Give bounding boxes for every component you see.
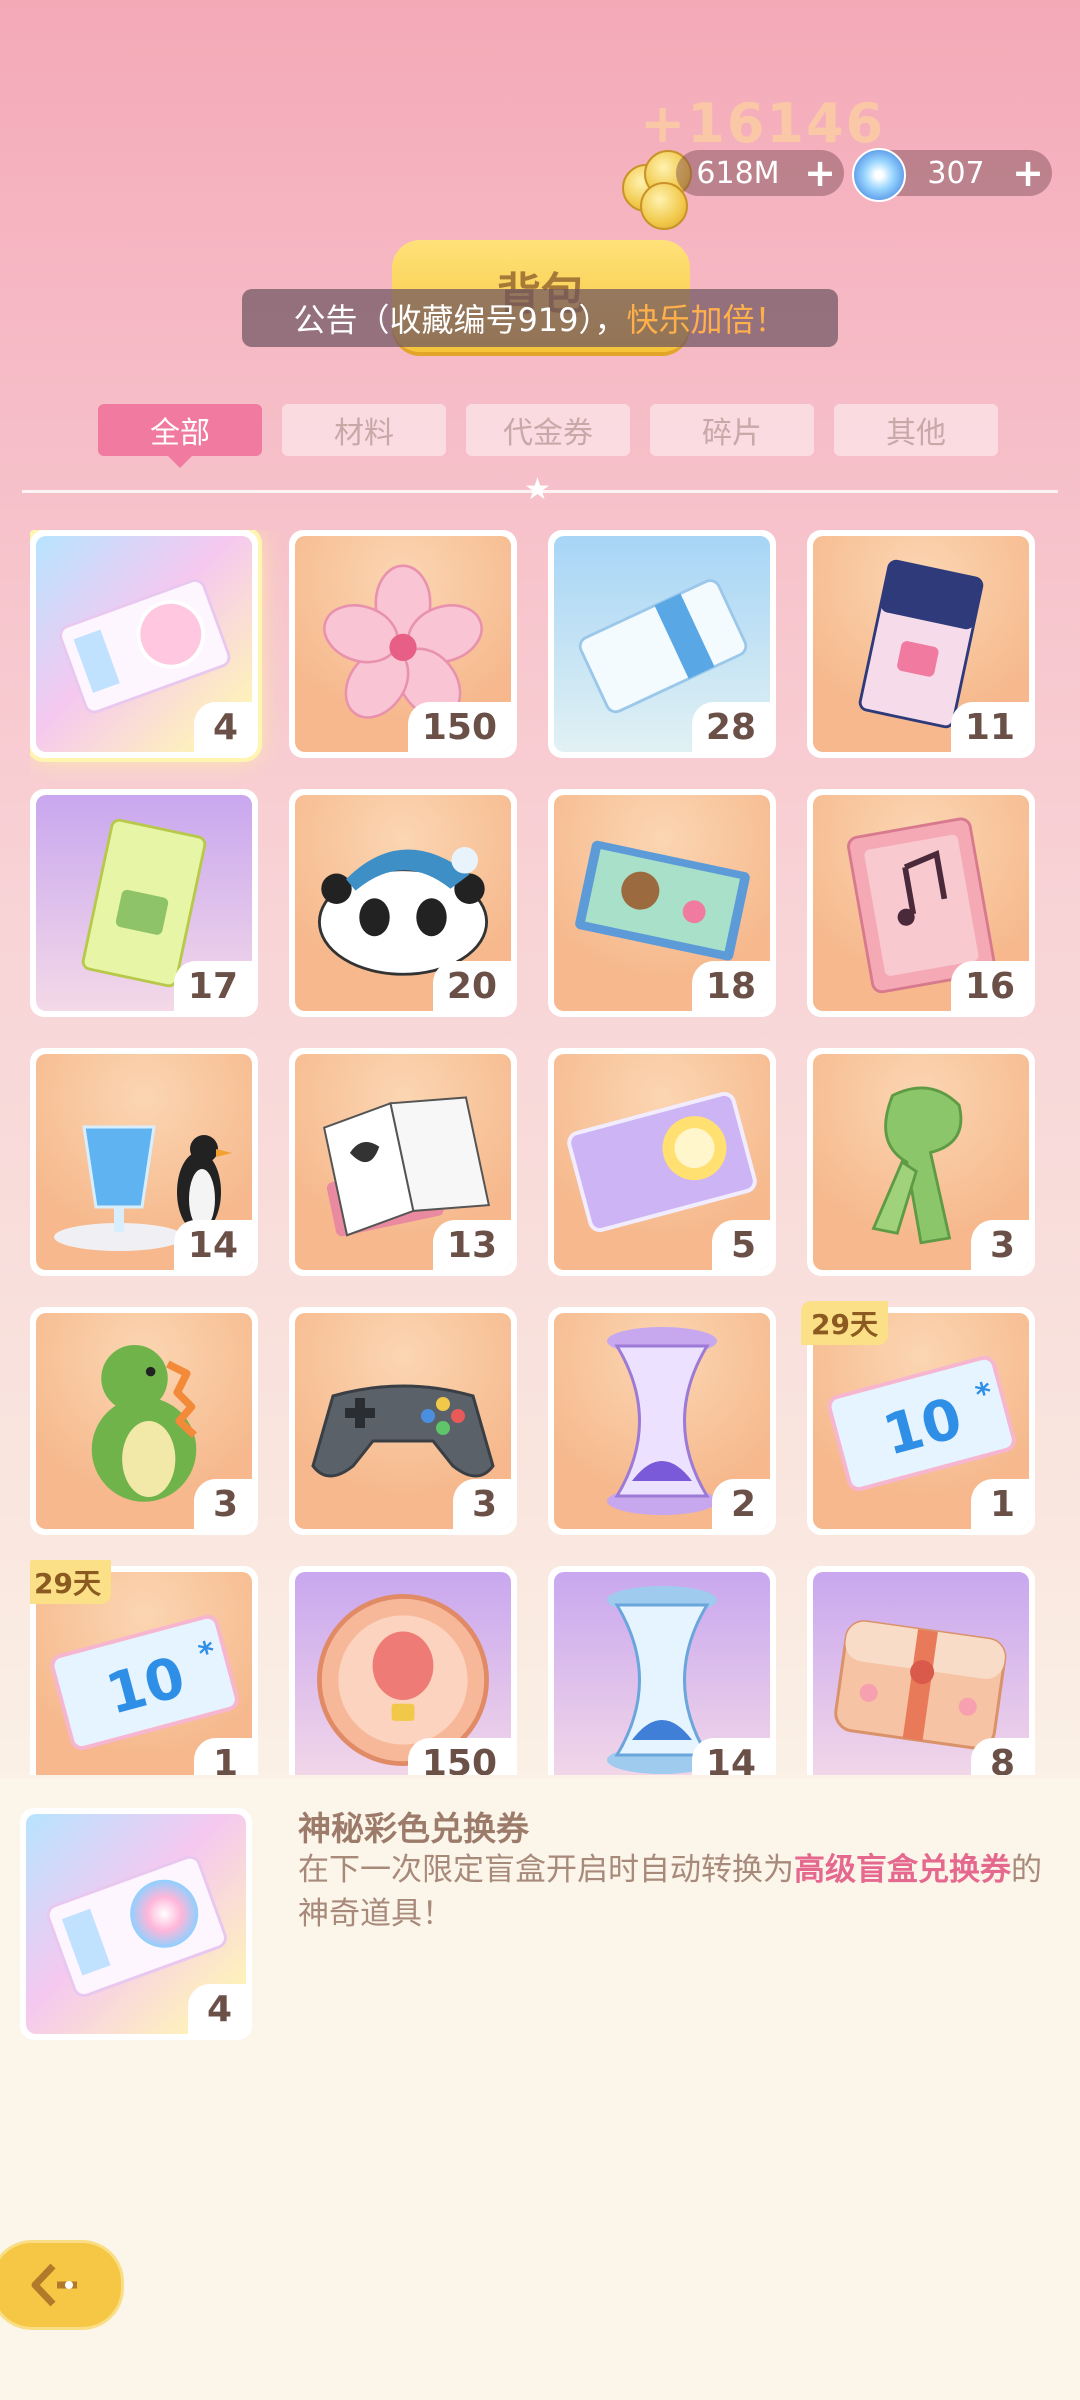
item-count: 3	[971, 1220, 1029, 1270]
item-count: 20	[432, 961, 511, 1011]
inventory-item[interactable]: 14	[548, 1566, 776, 1775]
expiry-days-badge: 29天	[801, 1301, 888, 1345]
item-background: 28	[554, 536, 770, 752]
gold-value: 618M	[696, 155, 780, 191]
item-background: 3	[295, 1313, 511, 1529]
inventory-item[interactable]: 18	[548, 789, 776, 1017]
announcement-highlight: 快乐加倍！	[626, 301, 787, 339]
inventory-item[interactable]: 20	[289, 789, 517, 1017]
inventory-grid[interactable]: 4 150 28 11 17 20 18 16 14 13 5 3 3 3 2 10 * 1 29天 10 * 1 29天 1…	[30, 530, 1050, 1775]
item-count: 1	[194, 1738, 252, 1775]
item-background: 14	[554, 1572, 770, 1775]
detail-item-name: 神秘彩色兑换券	[298, 1809, 529, 1848]
tab-fragments[interactable]: 碎片	[650, 404, 814, 456]
item-count: 4	[194, 702, 252, 752]
inventory-item[interactable]: 5	[548, 1048, 776, 1276]
item-background: 2	[554, 1313, 770, 1529]
item-background: 150	[295, 1572, 511, 1775]
add-gold-button[interactable]: +	[800, 151, 840, 195]
item-count: 3	[194, 1479, 252, 1529]
tab-all[interactable]: 全部	[98, 404, 262, 468]
item-background: 150	[295, 536, 511, 752]
inventory-item[interactable]: 11	[807, 530, 1035, 758]
desc-prefix: 在下一次限定盲盒开启时自动转换为	[298, 1852, 794, 1888]
inventory-item[interactable]: 3	[289, 1307, 517, 1535]
gold-counter: 618M +	[676, 150, 844, 196]
detail-item-count: 4	[188, 1984, 246, 2034]
detail-item-description: 在下一次限定盲盒开启时自动转换为高级盲盒兑换券的神奇道具！	[298, 1848, 1068, 1936]
announcement-text: 公告（收藏编号919），	[293, 301, 627, 339]
inventory-item[interactable]: 17	[30, 789, 258, 1017]
item-background: 14	[36, 1054, 252, 1270]
back-arrow-icon	[31, 2263, 77, 2307]
inventory-item[interactable]: 14	[30, 1048, 258, 1276]
detail-item-thumbnail: 4	[20, 1808, 252, 2040]
item-count: 2	[712, 1479, 770, 1529]
inventory-item[interactable]: 150	[289, 1566, 517, 1775]
item-background: 4	[36, 536, 252, 752]
item-count: 14	[173, 1220, 252, 1270]
item-background: 5	[554, 1054, 770, 1270]
tab-vouchers[interactable]: 代金券	[466, 404, 630, 456]
back-button[interactable]	[0, 2240, 124, 2330]
item-count: 17	[173, 961, 252, 1011]
tab-others[interactable]: 其他	[834, 404, 998, 456]
inventory-item[interactable]: 10 * 1 29天	[30, 1560, 258, 1775]
desc-highlight: 高级盲盒兑换券	[794, 1852, 1011, 1888]
inventory-item[interactable]: 28	[548, 530, 776, 758]
tab-materials[interactable]: 材料	[282, 404, 446, 456]
item-count: 11	[950, 702, 1029, 752]
item-background: 11	[813, 536, 1029, 752]
item-background: 13	[295, 1054, 511, 1270]
inventory-item[interactable]: 8	[807, 1566, 1035, 1775]
inventory-item[interactable]: 13	[289, 1048, 517, 1276]
inventory-item[interactable]: 150	[289, 530, 517, 758]
item-background: 10 * 1	[813, 1313, 1029, 1529]
item-count: 28	[691, 702, 770, 752]
add-gem-button[interactable]: +	[1008, 151, 1048, 195]
inventory-item[interactable]: 16	[807, 789, 1035, 1017]
inventory-item[interactable]: 3	[807, 1048, 1035, 1276]
item-count: 1	[971, 1479, 1029, 1529]
item-count: 16	[950, 961, 1029, 1011]
inventory-item[interactable]: 10 * 1 29天	[801, 1301, 1035, 1535]
reward-gain-text: +16146	[640, 92, 886, 155]
inventory-item[interactable]: 2	[548, 1307, 776, 1535]
expiry-days-badge: 29天	[30, 1560, 111, 1604]
item-count: 3	[453, 1479, 511, 1529]
item-count: 13	[432, 1220, 511, 1270]
item-background: 20	[295, 795, 511, 1011]
star-icon: ★	[524, 472, 551, 507]
item-count: 8	[971, 1738, 1029, 1775]
item-count: 5	[712, 1220, 770, 1270]
inventory-item[interactable]: 3	[30, 1307, 258, 1535]
item-background: 8	[813, 1572, 1029, 1775]
announcement-banner: 公告（收藏编号919）， 快乐加倍！	[242, 289, 838, 347]
item-count: 150	[407, 702, 511, 752]
item-count: 150	[407, 1738, 511, 1775]
category-tabs: 全部 材料 代金券 碎片 其他	[98, 404, 998, 468]
item-background: 16	[813, 795, 1029, 1011]
item-background: 17	[36, 795, 252, 1011]
snowflake-gem-icon	[852, 148, 906, 202]
item-background: 3	[813, 1054, 1029, 1270]
item-background: 3	[36, 1313, 252, 1529]
item-count: 18	[691, 961, 770, 1011]
item-background: 18	[554, 795, 770, 1011]
inventory-item[interactable]: 4	[30, 530, 258, 758]
item-count: 14	[691, 1738, 770, 1775]
